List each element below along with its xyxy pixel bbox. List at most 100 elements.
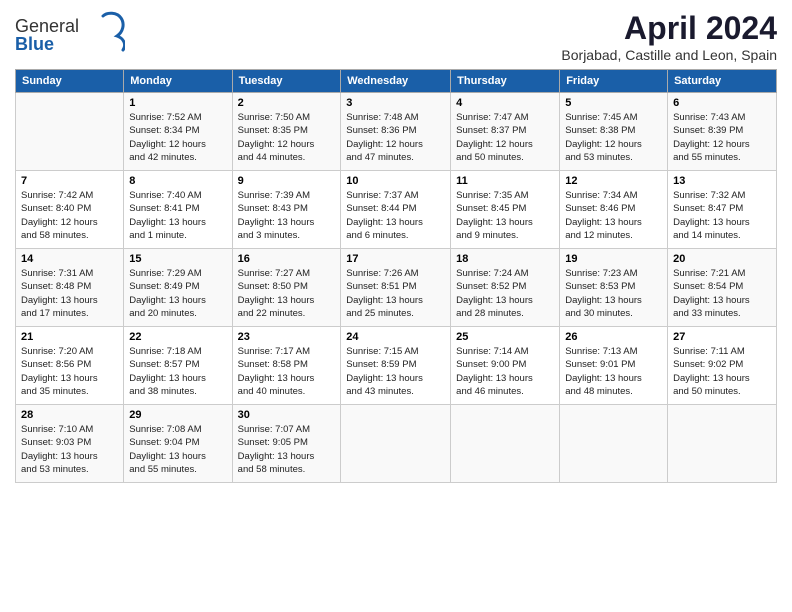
day-info: Sunrise: 7:52 AM Sunset: 8:34 PM Dayligh…	[129, 111, 226, 164]
day-info: Sunrise: 7:24 AM Sunset: 8:52 PM Dayligh…	[456, 267, 554, 320]
table-cell: 27 Sunrise: 7:11 AM Sunset: 9:02 PM Dayli…	[668, 327, 777, 405]
day-info: Sunrise: 7:40 AM Sunset: 8:41 PM Dayligh…	[129, 189, 226, 242]
table-cell: 25Sunrise: 7:14 AM Sunset: 9:00 PM Dayli…	[451, 327, 560, 405]
day-info: Sunrise: 7:18 AM Sunset: 8:57 PM Dayligh…	[129, 345, 226, 398]
col-sunday: Sunday	[16, 70, 124, 93]
day-info: Sunrise: 7:50 AM Sunset: 8:35 PM Dayligh…	[238, 111, 336, 164]
table-cell: 21 Sunrise: 7:20 AM Sunset: 8:56 PM Dayli…	[16, 327, 124, 405]
day-number: 30	[238, 409, 336, 421]
svg-text:Blue: Blue	[15, 34, 54, 54]
day-number: 5	[565, 97, 662, 109]
table-cell	[451, 405, 560, 483]
table-cell: 28 Sunrise: 7:10 AM Sunset: 9:03 PM Dayli…	[16, 405, 124, 483]
table-cell: 19Sunrise: 7:23 AM Sunset: 8:53 PM Dayli…	[560, 249, 668, 327]
title-section: April 2024 Borjabad, Castille and Leon, …	[561, 10, 777, 63]
table-cell: 22 Sunrise: 7:18 AM Sunset: 8:57 PM Dayli…	[124, 327, 232, 405]
day-info: Sunrise: 7:08 AM Sunset: 9:04 PM Dayligh…	[129, 423, 226, 476]
day-info: Sunrise: 7:07 AM Sunset: 9:05 PM Dayligh…	[238, 423, 336, 476]
week-row-1: 1 Sunrise: 7:52 AM Sunset: 8:34 PM Daylig…	[16, 93, 777, 171]
table-cell: 4Sunrise: 7:47 AM Sunset: 8:37 PM Daylig…	[451, 93, 560, 171]
month-title: April 2024	[561, 10, 777, 47]
header: General Blue April 2024 Borjabad, Castil…	[15, 10, 777, 63]
col-monday: Monday	[124, 70, 232, 93]
svg-text:General: General	[15, 16, 79, 36]
table-cell: 16 Sunrise: 7:27 AM Sunset: 8:50 PM Dayli…	[232, 249, 341, 327]
table-cell: 8 Sunrise: 7:40 AM Sunset: 8:41 PM Daylig…	[124, 171, 232, 249]
logo-content: General Blue	[15, 10, 125, 60]
day-number: 18	[456, 253, 554, 265]
day-info: Sunrise: 7:15 AM Sunset: 8:59 PM Dayligh…	[346, 345, 445, 398]
table-cell	[341, 405, 451, 483]
table-cell: 14 Sunrise: 7:31 AM Sunset: 8:48 PM Dayli…	[16, 249, 124, 327]
day-number: 15	[129, 253, 226, 265]
day-info: Sunrise: 7:14 AM Sunset: 9:00 PM Dayligh…	[456, 345, 554, 398]
col-wednesday: Wednesday	[341, 70, 451, 93]
day-number: 10	[346, 175, 445, 187]
day-info: Sunrise: 7:13 AM Sunset: 9:01 PM Dayligh…	[565, 345, 662, 398]
table-cell: 26 Sunrise: 7:13 AM Sunset: 9:01 PM Dayli…	[560, 327, 668, 405]
table-cell: 30 Sunrise: 7:07 AM Sunset: 9:05 PM Dayli…	[232, 405, 341, 483]
col-friday: Friday	[560, 70, 668, 93]
logo-svg: General Blue	[15, 10, 125, 55]
day-number: 8	[129, 175, 226, 187]
day-number: 7	[21, 175, 118, 187]
day-number: 27	[673, 331, 771, 343]
day-number: 14	[21, 253, 118, 265]
day-info: Sunrise: 7:39 AM Sunset: 8:43 PM Dayligh…	[238, 189, 336, 242]
table-cell	[668, 405, 777, 483]
day-number: 3	[346, 97, 445, 109]
table-cell: 29Sunrise: 7:08 AM Sunset: 9:04 PM Dayli…	[124, 405, 232, 483]
calendar-table: Sunday Monday Tuesday Wednesday Thursday…	[15, 69, 777, 483]
table-cell: 10 Sunrise: 7:37 AM Sunset: 8:44 PM Dayli…	[341, 171, 451, 249]
logo: General Blue	[15, 10, 125, 60]
day-number: 12	[565, 175, 662, 187]
day-number: 2	[238, 97, 336, 109]
table-cell: 7 Sunrise: 7:42 AM Sunset: 8:40 PM Daylig…	[16, 171, 124, 249]
table-cell: 23Sunrise: 7:17 AM Sunset: 8:58 PM Dayli…	[232, 327, 341, 405]
col-thursday: Thursday	[451, 70, 560, 93]
day-info: Sunrise: 7:21 AM Sunset: 8:54 PM Dayligh…	[673, 267, 771, 320]
day-number: 17	[346, 253, 445, 265]
table-cell: 1 Sunrise: 7:52 AM Sunset: 8:34 PM Daylig…	[124, 93, 232, 171]
day-number: 28	[21, 409, 118, 421]
location-subtitle: Borjabad, Castille and Leon, Spain	[561, 47, 777, 63]
day-number: 21	[21, 331, 118, 343]
day-info: Sunrise: 7:20 AM Sunset: 8:56 PM Dayligh…	[21, 345, 118, 398]
day-number: 24	[346, 331, 445, 343]
col-saturday: Saturday	[668, 70, 777, 93]
table-cell: 3Sunrise: 7:48 AM Sunset: 8:36 PM Daylig…	[341, 93, 451, 171]
day-number: 6	[673, 97, 771, 109]
day-number: 26	[565, 331, 662, 343]
day-number: 1	[129, 97, 226, 109]
week-row-5: 28 Sunrise: 7:10 AM Sunset: 9:03 PM Dayli…	[16, 405, 777, 483]
day-info: Sunrise: 7:10 AM Sunset: 9:03 PM Dayligh…	[21, 423, 118, 476]
day-number: 22	[129, 331, 226, 343]
day-number: 9	[238, 175, 336, 187]
day-number: 16	[238, 253, 336, 265]
day-info: Sunrise: 7:11 AM Sunset: 9:02 PM Dayligh…	[673, 345, 771, 398]
day-info: Sunrise: 7:34 AM Sunset: 8:46 PM Dayligh…	[565, 189, 662, 242]
day-number: 11	[456, 175, 554, 187]
day-info: Sunrise: 7:47 AM Sunset: 8:37 PM Dayligh…	[456, 111, 554, 164]
day-info: Sunrise: 7:45 AM Sunset: 8:38 PM Dayligh…	[565, 111, 662, 164]
table-cell: 15Sunrise: 7:29 AM Sunset: 8:49 PM Dayli…	[124, 249, 232, 327]
table-cell: 2 Sunrise: 7:50 AM Sunset: 8:35 PM Daylig…	[232, 93, 341, 171]
page: General Blue April 2024 Borjabad, Castil…	[0, 0, 792, 493]
col-tuesday: Tuesday	[232, 70, 341, 93]
day-info: Sunrise: 7:27 AM Sunset: 8:50 PM Dayligh…	[238, 267, 336, 320]
day-info: Sunrise: 7:31 AM Sunset: 8:48 PM Dayligh…	[21, 267, 118, 320]
table-cell: 11Sunrise: 7:35 AM Sunset: 8:45 PM Dayli…	[451, 171, 560, 249]
table-cell: 17Sunrise: 7:26 AM Sunset: 8:51 PM Dayli…	[341, 249, 451, 327]
day-info: Sunrise: 7:37 AM Sunset: 8:44 PM Dayligh…	[346, 189, 445, 242]
day-info: Sunrise: 7:42 AM Sunset: 8:40 PM Dayligh…	[21, 189, 118, 242]
day-info: Sunrise: 7:43 AM Sunset: 8:39 PM Dayligh…	[673, 111, 771, 164]
table-cell: 18 Sunrise: 7:24 AM Sunset: 8:52 PM Dayli…	[451, 249, 560, 327]
day-info: Sunrise: 7:32 AM Sunset: 8:47 PM Dayligh…	[673, 189, 771, 242]
day-info: Sunrise: 7:17 AM Sunset: 8:58 PM Dayligh…	[238, 345, 336, 398]
table-cell: 13 Sunrise: 7:32 AM Sunset: 8:47 PM Dayli…	[668, 171, 777, 249]
day-number: 13	[673, 175, 771, 187]
week-row-3: 14 Sunrise: 7:31 AM Sunset: 8:48 PM Dayli…	[16, 249, 777, 327]
day-info: Sunrise: 7:23 AM Sunset: 8:53 PM Dayligh…	[565, 267, 662, 320]
table-cell: 24 Sunrise: 7:15 AM Sunset: 8:59 PM Dayli…	[341, 327, 451, 405]
table-cell	[560, 405, 668, 483]
